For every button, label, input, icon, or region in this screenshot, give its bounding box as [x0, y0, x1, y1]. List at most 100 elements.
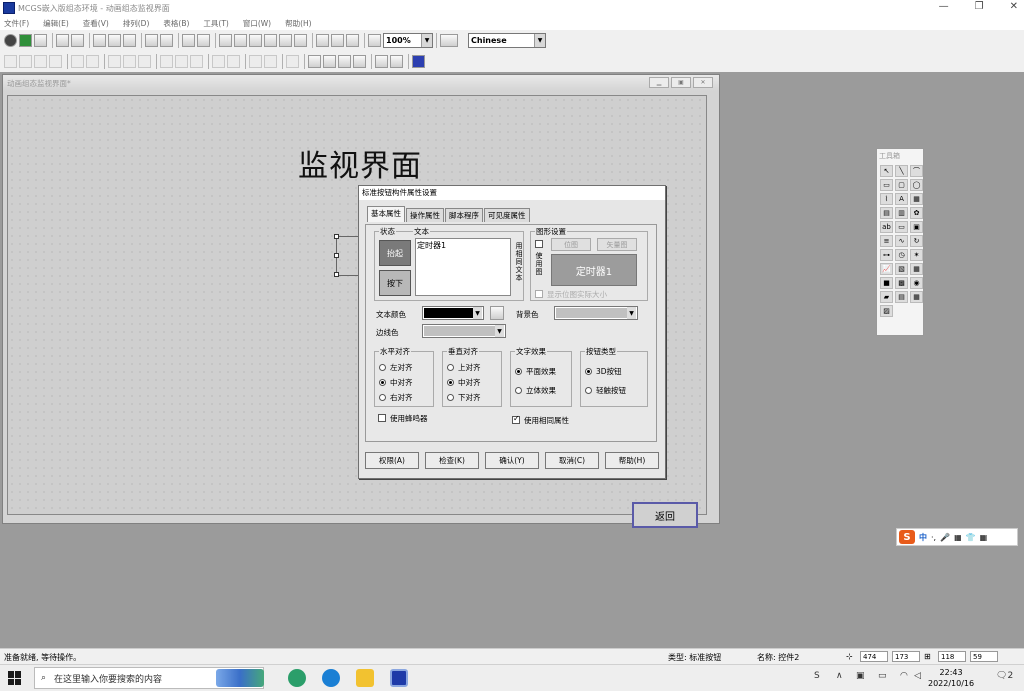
effect-flat-radio[interactable]: 平面效果	[515, 366, 556, 377]
windows-start-icon[interactable]	[8, 671, 22, 685]
ime-punct-icon[interactable]: ·,	[931, 533, 936, 542]
effect-3d-radio[interactable]: 立体效果	[515, 385, 556, 396]
halign-center-radio[interactable]: 中对齐	[379, 377, 413, 388]
flip-icon[interactable]	[212, 55, 225, 68]
menu-table[interactable]: 表格(B)	[163, 18, 189, 29]
language-icon[interactable]	[440, 34, 458, 47]
tab-operation[interactable]: 操作属性	[406, 208, 444, 222]
ungroup-icon[interactable]	[264, 55, 277, 68]
use-same-props-checkbox[interactable]	[512, 414, 520, 424]
tab-script[interactable]: 脚本程序	[445, 208, 483, 222]
halign-right-radio[interactable]: 右对齐	[379, 392, 413, 403]
zoom-select[interactable]: 100% ▼	[383, 33, 433, 48]
menu-edit[interactable]: 编辑(E)	[43, 18, 69, 29]
slider-tool-icon[interactable]: ⊶	[880, 249, 893, 261]
use-image-checkbox[interactable]	[535, 240, 543, 248]
menu-tools[interactable]: 工具(T)	[203, 18, 228, 29]
cancel-button[interactable]: 取消(C)	[545, 452, 599, 469]
tab-basic[interactable]: 基本属性	[367, 206, 405, 222]
menu-arrange[interactable]: 排列(D)	[123, 18, 150, 29]
file-explorer-icon[interactable]	[356, 669, 374, 687]
align-top-icon[interactable]	[34, 55, 47, 68]
gear-tool-icon[interactable]: ✿	[910, 207, 923, 219]
bg-color-picker[interactable]: ▼	[554, 306, 638, 320]
table-tool-icon[interactable]: ▦	[910, 263, 923, 275]
align-left-icon[interactable]	[4, 55, 17, 68]
flow-tool-icon[interactable]: ▥	[895, 207, 908, 219]
edge-icon[interactable]	[322, 669, 340, 687]
restore-button[interactable]: ❐	[975, 1, 984, 12]
history-tool-icon[interactable]: ▧	[895, 263, 908, 275]
tools-icon[interactable]	[182, 34, 195, 47]
backward-icon[interactable]	[353, 55, 366, 68]
btype-touch-radio[interactable]: 轻触按钮	[585, 385, 626, 396]
menu-help[interactable]: 帮助(H)	[285, 18, 312, 29]
grid-tool-icon[interactable]: ▦	[910, 291, 923, 303]
lib-tool-icon[interactable]: ▤	[880, 207, 893, 219]
curve-tool-icon[interactable]: ∿	[895, 235, 908, 247]
same-width-icon[interactable]	[108, 55, 121, 68]
notification-icon[interactable]: 🗨2	[996, 671, 1013, 681]
pipe-tool-icon[interactable]: ▤	[895, 291, 908, 303]
light-tool-icon[interactable]: ◉	[910, 277, 923, 289]
paste-icon[interactable]	[123, 34, 136, 47]
text-tool-icon[interactable]: A	[895, 193, 908, 205]
resize-handle[interactable]	[334, 272, 339, 277]
trend-tool-icon[interactable]: 📈	[880, 263, 893, 275]
redo-icon[interactable]	[160, 34, 173, 47]
taskbar-clock[interactable]: 22:43 2022/10/16	[928, 667, 974, 689]
record-tool-icon[interactable]: ▰	[880, 291, 893, 303]
polyline-tool-icon[interactable]: ⌇	[880, 193, 893, 205]
permission-button[interactable]: 权限(A)	[365, 452, 419, 469]
ime-tray-icon[interactable]: S	[814, 671, 820, 681]
btype-3d-radio[interactable]: 3D按钮	[585, 366, 622, 377]
forward-icon[interactable]	[338, 55, 351, 68]
print-icon[interactable]	[56, 34, 69, 47]
dial-tool-icon[interactable]: ▩	[895, 277, 908, 289]
check-icon[interactable]	[331, 34, 344, 47]
resize-handle[interactable]	[334, 253, 339, 258]
clock-tool-icon[interactable]: ◷	[895, 249, 908, 261]
align-center-h-icon[interactable]	[71, 55, 84, 68]
front-icon[interactable]	[308, 55, 321, 68]
volume-icon[interactable]: ◁	[914, 671, 921, 681]
lib-icon[interactable]	[219, 34, 232, 47]
properties-icon[interactable]	[197, 34, 210, 47]
bitmap-tool-icon[interactable]: ▦	[910, 193, 923, 205]
align-bottom-icon[interactable]	[49, 55, 62, 68]
tab-visibility[interactable]: 可见度属性	[484, 208, 530, 222]
back-icon[interactable]	[323, 55, 336, 68]
new-icon[interactable]	[19, 34, 32, 47]
space-equal-icon[interactable]	[190, 55, 203, 68]
group-icon[interactable]	[249, 55, 262, 68]
align-center-v-icon[interactable]	[86, 55, 99, 68]
valign-bottom-radio[interactable]: 下对齐	[447, 392, 481, 403]
grid-icon[interactable]	[316, 34, 329, 47]
close-button[interactable]: ✕	[1010, 1, 1018, 12]
button-text-input[interactable]: 定时器1	[415, 238, 511, 296]
use-buzzer-checkbox[interactable]	[378, 414, 386, 422]
vector-button[interactable]: 矢量图	[597, 238, 637, 251]
search-banner-icon[interactable]	[216, 669, 264, 687]
check-button[interactable]: 检查(K)	[425, 452, 479, 469]
meter-tool-icon[interactable]: ■	[880, 277, 893, 289]
menu-window[interactable]: 窗口(W)	[243, 18, 271, 29]
menu-grid-icon[interactable]: ▦	[980, 533, 988, 542]
valign-center-radio[interactable]: 中对齐	[447, 377, 481, 388]
report-tool-icon[interactable]: ▨	[880, 305, 893, 317]
recorder-icon[interactable]	[4, 34, 17, 47]
switch-tool-icon[interactable]: ▣	[910, 221, 923, 233]
list-tool-icon[interactable]: ≡	[880, 235, 893, 247]
rotate-tool-icon[interactable]: ↻	[910, 235, 923, 247]
undo-icon[interactable]	[145, 34, 158, 47]
chevron-up-icon[interactable]: ∧	[836, 671, 843, 681]
line-color-icon[interactable]	[279, 34, 292, 47]
menu-view[interactable]: 查看(V)	[83, 18, 109, 29]
cut-icon[interactable]	[93, 34, 106, 47]
alarm-tool-icon[interactable]: ✶	[910, 249, 923, 261]
ime-lang[interactable]: 中	[919, 532, 927, 543]
halign-left-radio[interactable]: 左对齐	[379, 362, 413, 373]
anchor-icon[interactable]	[390, 55, 403, 68]
ime-logo[interactable]: S	[899, 530, 915, 544]
space-v-icon[interactable]	[175, 55, 188, 68]
